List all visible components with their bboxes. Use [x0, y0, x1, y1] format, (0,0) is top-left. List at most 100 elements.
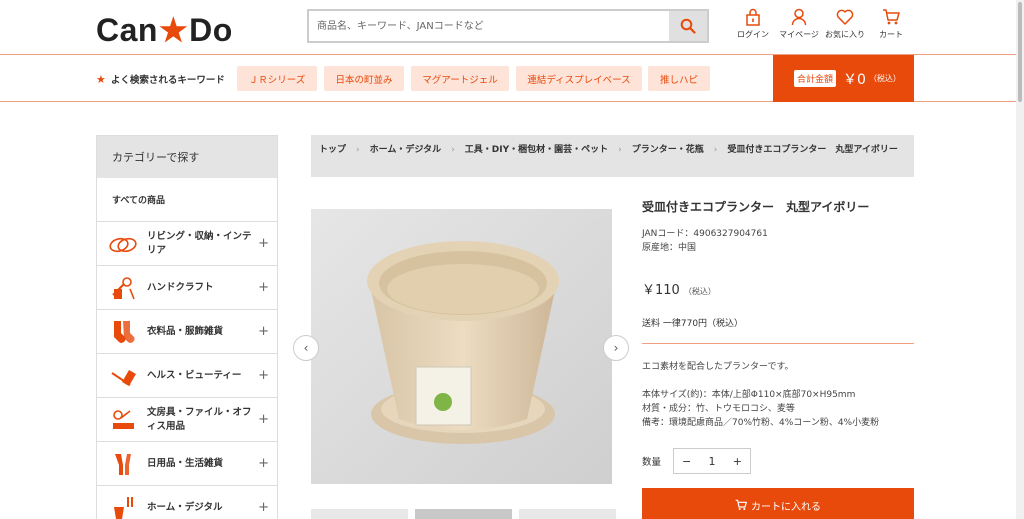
stationery-icon — [113, 409, 134, 429]
living-icon — [109, 237, 137, 252]
total-value: ￥0 — [843, 71, 866, 88]
sidebar-item-label: 日用品・生活雑貨 — [147, 457, 224, 469]
socks-icon — [114, 320, 135, 343]
expand-plus-icon[interactable]: + — [258, 280, 269, 295]
sidebar-item-label: ヘルス・ビューティー — [147, 369, 242, 381]
sidebar-item-label: ホーム・デジタル — [147, 501, 223, 513]
expand-plus-icon[interactable]: + — [258, 368, 269, 383]
keyword-chip[interactable]: 連結ディスプレイベース — [516, 66, 642, 91]
cart-total-box[interactable]: 合計金額 ￥0 （税込） — [773, 55, 914, 102]
search-bar — [307, 9, 709, 43]
expand-plus-icon[interactable]: + — [258, 236, 269, 251]
star-icon: ★ — [96, 72, 106, 86]
next-image-button[interactable]: › — [603, 335, 629, 361]
quantity-label: 数量 — [642, 457, 662, 468]
quantity-stepper[interactable]: − 1 + — [673, 448, 752, 474]
clothespin-icon — [115, 453, 131, 475]
total-label: 合計金額 — [794, 70, 837, 87]
breadcrumb-current: 受皿付きエコプランター 丸型アイボリー — [727, 145, 898, 155]
quantity-plus-button[interactable]: + — [733, 455, 742, 468]
product-image[interactable] — [311, 209, 612, 484]
sidebar-item-home-digital[interactable]: ホーム・デジタル + — [97, 486, 277, 519]
keyword-chip[interactable]: 推しハピ — [648, 66, 710, 91]
page-scrollbar[interactable] — [1016, 0, 1024, 519]
craft-icon — [112, 276, 135, 299]
cart-button[interactable]: カート — [868, 8, 914, 40]
product-price: ￥110 （税込） — [642, 279, 914, 298]
search-input[interactable] — [309, 11, 669, 41]
desc-line: エコ素材を配合したプランターです。 — [642, 362, 794, 372]
price-tax: （税込） — [683, 287, 716, 296]
sidebar-item-clothing[interactable]: 衣料品・服飾雑貨 + — [97, 310, 277, 354]
site-header: Can ★ Do ログイン マイページ お気に入り カート — [0, 0, 1016, 55]
logo-text-can: Can — [96, 11, 158, 48]
planter-photo — [311, 209, 612, 484]
jan-code: JANコード：4906327904761 — [642, 229, 768, 239]
favorites-label: お気に入り — [825, 30, 865, 39]
desc-line: 材質・成分：竹、トウモロコシ、麦等 — [642, 404, 795, 414]
total-tax-note: （税込） — [868, 74, 901, 83]
category-sidebar: カテゴリーで探す すべての商品 リビング・収納・インテリア + ハンドクラフト … — [96, 135, 278, 519]
origin: 原産地：中国 — [642, 243, 697, 253]
favorites-button[interactable]: お気に入り — [822, 8, 868, 40]
sidebar-item-label: ハンドクラフト — [147, 281, 214, 293]
sidebar-item-living[interactable]: リビング・収納・インテリア + — [97, 222, 277, 266]
logo-text-do: Do — [189, 11, 233, 48]
price-value: ￥110 — [642, 283, 680, 298]
login-label: ログイン — [737, 30, 769, 39]
breadcrumb-item[interactable]: 工具・DIY・梱包材・園芸・ペット — [465, 145, 608, 155]
sidebar-item-stationery[interactable]: 文房具・ファイル・オフィス用品 + — [97, 398, 277, 442]
keyword-chip[interactable]: 日本の町並み — [324, 66, 404, 91]
thumbnail[interactable] — [415, 509, 512, 519]
beauty-icon — [111, 369, 136, 386]
prev-image-button[interactable]: ‹ — [293, 335, 319, 361]
login-button[interactable]: ログイン — [730, 8, 776, 40]
scrollbar-thumb[interactable] — [1018, 2, 1022, 102]
cart-icon — [883, 9, 900, 25]
breadcrumb-item[interactable]: トップ — [319, 145, 346, 155]
cart-label: カート — [879, 30, 903, 39]
desc-line: 備考：環境配慮商品／70%竹粉、4%コーン粉、4%小麦粉 — [642, 418, 880, 428]
tools-icon — [114, 496, 133, 519]
quantity-value[interactable]: 1 — [709, 455, 716, 468]
keyword-chip[interactable]: ＪＲシリーズ — [237, 66, 317, 91]
thumbnail[interactable] — [311, 509, 408, 519]
product-title: 受皿付きエコプランター 丸型アイボリー — [642, 200, 870, 214]
cando-logo[interactable]: Can ★ Do — [96, 11, 233, 49]
sidebar-item-label: 文房具・ファイル・オフィス用品 — [147, 406, 252, 432]
add-to-cart-button[interactable]: カートに入れる — [642, 488, 914, 519]
expand-plus-icon[interactable]: + — [258, 324, 269, 339]
sidebar-item-label: 衣料品・服飾雑貨 — [147, 325, 224, 337]
thumbnail-strip — [311, 509, 623, 519]
chevron-left-icon: ‹ — [303, 341, 309, 355]
quantity-row: 数量 − 1 + — [642, 448, 752, 474]
keyword-chip[interactable]: マグアートジェル — [411, 66, 509, 91]
mypage-button[interactable]: マイページ — [776, 8, 822, 40]
expand-plus-icon[interactable]: + — [258, 456, 269, 471]
keyword-title: ★ よく検索されるキーワード — [96, 72, 225, 87]
search-button[interactable] — [669, 11, 707, 41]
product-info: 受皿付きエコプランター 丸型アイボリー JANコード：4906327904761… — [642, 198, 914, 430]
search-icon — [680, 18, 696, 34]
sidebar-item-daily-goods[interactable]: 日用品・生活雑貨 + — [97, 442, 277, 486]
expand-plus-icon[interactable]: + — [258, 412, 269, 427]
sidebar-item-craft[interactable]: ハンドクラフト + — [97, 266, 277, 310]
user-icon — [791, 8, 807, 26]
expand-plus-icon[interactable]: + — [258, 500, 269, 515]
product-description: エコ素材を配合したプランターです。 本体サイズ(約)：本体/上部Φ110×底部7… — [642, 360, 914, 430]
add-to-cart-label: カートに入れる — [751, 501, 821, 513]
heart-icon — [836, 9, 854, 25]
logo-star-icon: ★ — [158, 12, 189, 48]
chevron-right-icon: › — [613, 341, 619, 355]
sidebar-heading: カテゴリーで探す — [97, 136, 277, 178]
shipping-info: 送料 一律770円（税込） — [642, 316, 914, 344]
sidebar-item-beauty[interactable]: ヘルス・ビューティー + — [97, 354, 277, 398]
sidebar-item-all[interactable]: すべての商品 — [97, 178, 277, 222]
breadcrumb-item[interactable]: ホーム・デジタル — [370, 145, 442, 155]
quantity-minus-button[interactable]: − — [682, 455, 691, 468]
thumbnail[interactable] — [519, 509, 616, 519]
breadcrumb-item[interactable]: プランター・花瓶 — [632, 145, 704, 155]
sidebar-item-label: リビング・収納・インテリア — [147, 230, 252, 256]
login-icon — [746, 8, 760, 26]
desc-line: 本体サイズ(約)：本体/上部Φ110×底部70×H95mm — [642, 390, 856, 400]
